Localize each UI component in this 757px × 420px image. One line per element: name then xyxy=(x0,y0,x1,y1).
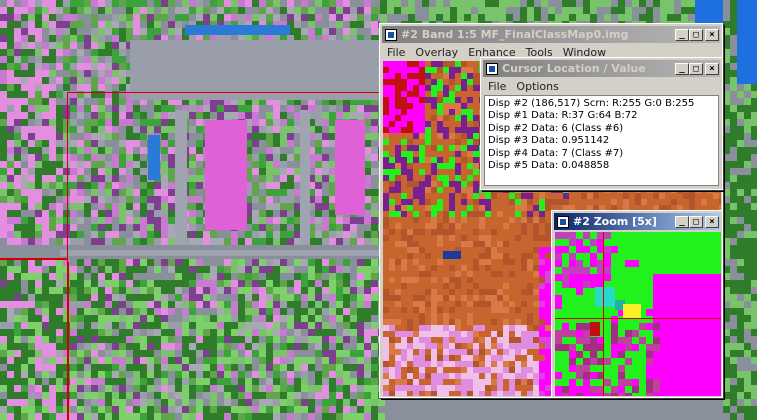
cursor-value-line: Disp #4 Data: 7 (Class #7) xyxy=(488,147,624,159)
maximize-icon[interactable]: □ xyxy=(689,62,703,75)
close-icon[interactable]: × xyxy=(705,62,719,75)
main-window-titlebar[interactable]: #2 Band 1:5 MF_FinalClassMap0.img _ □ × xyxy=(382,26,720,43)
cursor-location-window[interactable]: Cursor Location / Value _ □ × File Optio… xyxy=(480,57,723,190)
cursor-window-titlebar[interactable]: Cursor Location / Value _ □ × xyxy=(483,60,720,77)
zoom-image-display[interactable] xyxy=(555,232,721,396)
cursor-value-line: Disp #1 Data: R:37 G:64 B:72 xyxy=(488,110,638,122)
zoom-crosshair-horizontal xyxy=(555,318,721,319)
cursor-window-menubar: File Options xyxy=(483,78,720,94)
maximize-icon[interactable]: □ xyxy=(689,215,703,228)
menu-file[interactable]: File xyxy=(483,80,511,93)
cursor-value-line: Disp #3 Data: 0.951142 xyxy=(488,135,610,147)
close-icon[interactable]: × xyxy=(705,215,719,228)
window-app-icon xyxy=(385,28,397,41)
roi-line xyxy=(67,262,69,420)
zoom-crosshair-vertical xyxy=(603,232,604,396)
menu-options[interactable]: Options xyxy=(511,80,563,93)
roi-line xyxy=(0,258,67,260)
maximize-icon[interactable]: □ xyxy=(689,28,703,41)
cursor-value-panel: Disp #2 (186,517) Scrn: R:255 G:0 B:255 … xyxy=(484,95,719,186)
zoom-window[interactable]: #2 Zoom [5x] _ □ × xyxy=(551,210,723,398)
zoom-pixel-yellow xyxy=(623,304,641,318)
window-app-icon xyxy=(557,215,569,228)
zoom-window-title: #2 Zoom [5x] xyxy=(573,215,657,228)
menu-overlay[interactable]: Overlay xyxy=(410,46,463,59)
minimize-icon[interactable]: _ xyxy=(675,28,689,41)
cursor-value-line: Disp #5 Data: 0.048858 xyxy=(488,160,610,172)
close-icon[interactable]: × xyxy=(705,28,719,41)
window-app-icon xyxy=(486,62,498,75)
cursor-value-line: Disp #2 (186,517) Scrn: R:255 G:0 B:255 xyxy=(488,98,695,109)
water-feature xyxy=(185,25,290,35)
zoom-window-titlebar[interactable]: #2 Zoom [5x] _ □ × xyxy=(554,213,720,230)
minimize-icon[interactable]: _ xyxy=(675,62,689,75)
menu-file[interactable]: File xyxy=(382,46,410,59)
main-window-title: #2 Band 1:5 MF_FinalClassMap0.img xyxy=(401,28,629,41)
cursor-window-title: Cursor Location / Value xyxy=(502,62,646,75)
roi-box-outline xyxy=(67,92,389,263)
minimize-icon[interactable]: _ xyxy=(675,215,689,228)
water-feature xyxy=(443,251,461,259)
zoom-pixel-cyan xyxy=(595,287,615,307)
cursor-value-line: Disp #2 Data: 6 (Class #6) xyxy=(488,122,624,134)
